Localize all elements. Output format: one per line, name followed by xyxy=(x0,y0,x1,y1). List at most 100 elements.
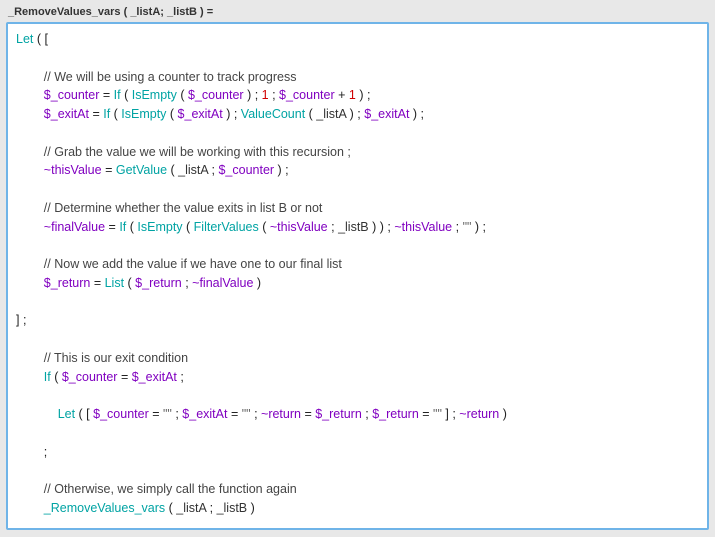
punct: ] ; xyxy=(442,407,459,421)
code-editor[interactable]: Let ( [ // We will be using a counter to… xyxy=(6,22,709,530)
punct: ; xyxy=(251,407,261,421)
var-exitat: $_exitAt xyxy=(44,107,89,121)
punct: ) ; xyxy=(274,163,289,177)
var-return: $_return xyxy=(372,407,419,421)
punct: ; xyxy=(452,220,462,234)
var-counter: $_counter xyxy=(218,163,274,177)
let-keyword: Let xyxy=(58,407,75,421)
valuecount-fn: ValueCount xyxy=(241,107,305,121)
list-fn: List xyxy=(105,276,124,290)
var-counter: $_counter xyxy=(93,407,149,421)
punct: ( xyxy=(121,88,132,102)
punct: ) xyxy=(247,501,255,515)
punct: ( [ xyxy=(33,32,48,46)
arg-lista: _listA xyxy=(176,501,206,515)
eq: = xyxy=(149,407,163,421)
param-sep: ; xyxy=(160,6,167,18)
recursive-call: _RemoveValues_vars xyxy=(44,501,165,515)
punct: ( xyxy=(110,107,121,121)
punct: ; xyxy=(362,407,372,421)
punct: ( xyxy=(259,220,270,234)
comment: // Grab the value we will be working wit… xyxy=(44,145,351,159)
var-counter: $_counter xyxy=(279,88,335,102)
getvalue-fn: GetValue xyxy=(116,163,167,177)
var-exitat: $_exitAt xyxy=(364,107,409,121)
punct: ( xyxy=(124,276,135,290)
comment: // Now we add the value if we have one t… xyxy=(44,257,342,271)
eq: = xyxy=(102,163,116,177)
eq: = xyxy=(301,407,315,421)
punct: ) ; xyxy=(244,88,262,102)
punct: ; xyxy=(182,276,192,290)
punct: + xyxy=(335,88,349,102)
var-counter: $_counter xyxy=(188,88,244,102)
if-fn: If xyxy=(44,370,51,384)
eq: = xyxy=(419,407,433,421)
var-return: $_return xyxy=(44,276,91,290)
var-return-local: ~return xyxy=(459,407,499,421)
let-keyword: Let xyxy=(16,32,33,46)
string-empty: "" xyxy=(163,407,172,421)
punct: ) ; xyxy=(356,88,371,102)
comment: // We will be using a counter to track p… xyxy=(44,70,297,84)
var-exitat: $_exitAt xyxy=(132,370,177,384)
var-finalvalue: ~finalValue xyxy=(44,220,105,234)
punct: ; xyxy=(269,88,279,102)
string-empty: "" xyxy=(433,407,442,421)
eq: = xyxy=(117,370,131,384)
number: 1 xyxy=(262,88,269,102)
var-counter: $_counter xyxy=(44,88,100,102)
punct: ( [ xyxy=(75,407,93,421)
comment: // This is our exit condition xyxy=(44,351,188,365)
punct: ) ; xyxy=(471,220,486,234)
var-thisvalue: ~thisValue xyxy=(270,220,328,234)
punct: ; xyxy=(206,501,216,515)
paren-open: ( xyxy=(121,6,131,18)
var-return-local: ~return xyxy=(261,407,301,421)
arg-lista: _listA xyxy=(316,107,346,121)
comment: // Otherwise, we simply call the functio… xyxy=(44,482,297,496)
punct: ( xyxy=(183,220,194,234)
isempty-fn: IsEmpty xyxy=(121,107,166,121)
punct: ( xyxy=(177,88,188,102)
number: 1 xyxy=(349,88,356,102)
param-1: _listA xyxy=(130,6,160,18)
punct: ( xyxy=(166,107,177,121)
eq: = xyxy=(90,276,104,290)
punct: ) xyxy=(499,407,507,421)
paren-close: ) = xyxy=(197,6,213,18)
arg-listb: _listB xyxy=(338,220,369,234)
isempty-fn: IsEmpty xyxy=(137,220,182,234)
punct: ( xyxy=(305,107,316,121)
semicolon: ; xyxy=(44,445,47,459)
arg-lista: _listA xyxy=(178,163,208,177)
eq: = xyxy=(99,88,113,102)
punct: ) ; xyxy=(409,107,424,121)
string-empty: "" xyxy=(242,407,251,421)
eq: = xyxy=(89,107,103,121)
var-finalvalue: ~finalValue xyxy=(192,276,253,290)
eq: = xyxy=(105,220,119,234)
arg-listb: _listB xyxy=(217,501,248,515)
punct: ) ; xyxy=(346,107,364,121)
if-fn: If xyxy=(114,88,121,102)
punct: ( xyxy=(165,501,176,515)
punct: ; xyxy=(328,220,338,234)
punct: ( xyxy=(126,220,137,234)
function-signature: _RemoveValues_vars ( _listA; _listB ) = xyxy=(0,0,715,22)
var-exitat: $_exitAt xyxy=(178,107,223,121)
function-name: _RemoveValues_vars xyxy=(8,6,121,18)
punct: ( xyxy=(51,370,62,384)
punct: ; xyxy=(172,407,182,421)
eq: = xyxy=(227,407,241,421)
param-2: _listB xyxy=(167,6,197,18)
punct: ) xyxy=(253,276,261,290)
var-thisvalue: ~thisValue xyxy=(394,220,452,234)
punct: ) ; xyxy=(223,107,241,121)
punct: ) ) ; xyxy=(369,220,395,234)
punct: ( xyxy=(167,163,178,177)
var-return: $_return xyxy=(315,407,362,421)
punct: ; xyxy=(208,163,218,177)
isempty-fn: IsEmpty xyxy=(132,88,177,102)
bracket-close: ] ; xyxy=(16,313,26,327)
